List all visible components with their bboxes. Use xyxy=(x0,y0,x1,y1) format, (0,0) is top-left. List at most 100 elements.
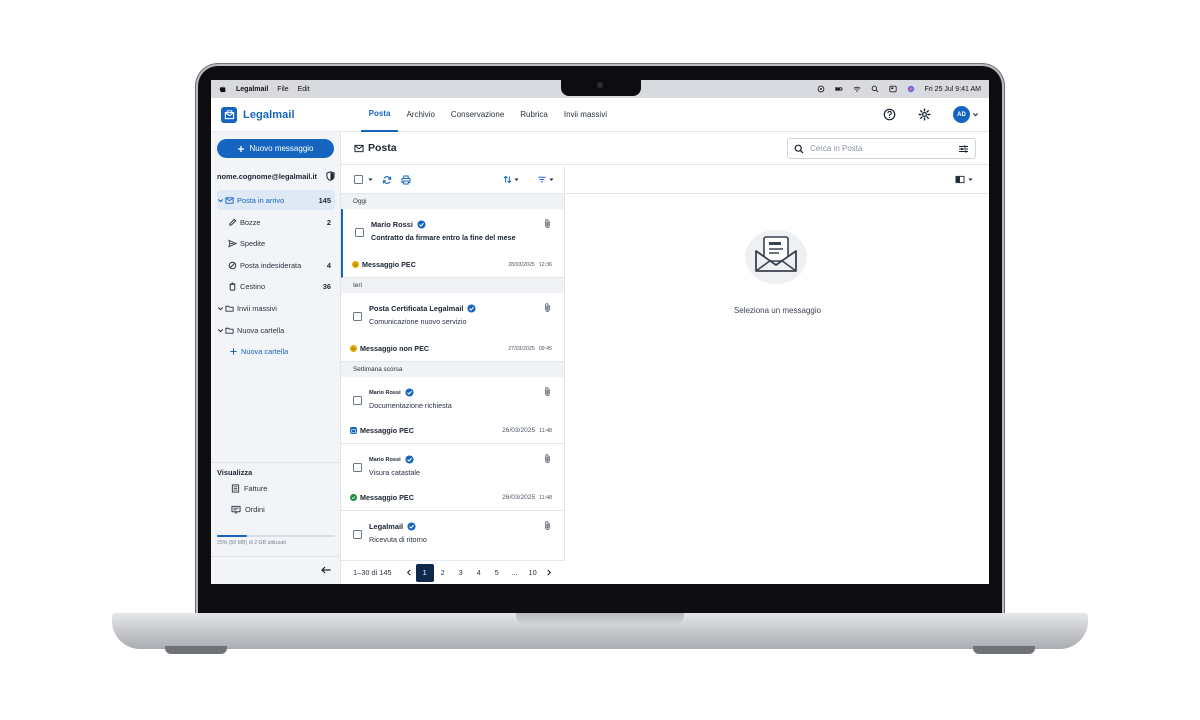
laptop-foot-right xyxy=(973,646,1035,654)
menubar-edit[interactable]: Edit xyxy=(298,86,310,93)
user-menu[interactable]: AD xyxy=(953,106,979,123)
battery-icon[interactable] xyxy=(834,85,843,93)
view-fatture[interactable]: Fatture xyxy=(231,484,267,493)
chevron-down-icon[interactable] xyxy=(217,197,224,204)
storage-usage-bar xyxy=(217,535,335,537)
filter-menu[interactable] xyxy=(537,175,554,184)
folder-label: Invii massivi xyxy=(237,303,277,313)
menubar-file[interactable]: File xyxy=(277,86,288,93)
status-circle-icon[interactable] xyxy=(817,85,825,93)
page-button-5[interactable]: 5 xyxy=(488,564,506,582)
pec-status-icon xyxy=(352,261,359,268)
menubar-app-name[interactable]: Legalmail xyxy=(236,86,268,93)
page-button-10[interactable]: 10 xyxy=(524,564,542,582)
message-checkbox[interactable] xyxy=(353,312,362,321)
apple-icon[interactable] xyxy=(219,85,227,93)
message-date-day: 26/03/2025 xyxy=(502,494,536,501)
chevron-down-icon[interactable] xyxy=(217,327,224,334)
message-subject: Ricevuta di ritorno xyxy=(369,535,427,544)
refresh-icon[interactable] xyxy=(382,175,392,185)
page-ellipsis: ... xyxy=(511,568,518,577)
search-box[interactable] xyxy=(787,138,976,159)
print-icon[interactable] xyxy=(401,175,411,185)
account-row[interactable]: nome.cognome@legalmail.it xyxy=(217,171,335,181)
folder-spedite[interactable]: Spedite xyxy=(217,233,335,253)
layout-toggle[interactable] xyxy=(955,175,973,184)
page-button-4[interactable]: 4 xyxy=(470,564,488,582)
message-checkbox[interactable] xyxy=(355,228,364,237)
camera-icon xyxy=(597,82,603,88)
message-item[interactable]: Mario Rossi Documentazione richiesta Mes… xyxy=(341,377,564,444)
caret-down-icon xyxy=(514,178,519,181)
storage-usage-text: 25% (50 MB) di 2 GB utilizzati xyxy=(217,540,286,546)
message-checkbox[interactable] xyxy=(353,396,362,405)
sort-menu[interactable] xyxy=(503,175,519,184)
message-date-day: 27/03/2025 xyxy=(508,346,535,352)
section-label-ieri: Ieri xyxy=(341,278,564,293)
storage-usage-fill xyxy=(217,535,247,537)
new-message-button[interactable]: Nuovo messaggio xyxy=(217,139,334,158)
message-item[interactable]: Mario Rossi Visura catastale Messaggio P… xyxy=(341,444,564,511)
shield-icon[interactable] xyxy=(326,171,335,181)
message-checkbox[interactable] xyxy=(353,463,362,472)
brand-name[interactable]: Legalmail xyxy=(243,109,295,121)
attachment-icon xyxy=(545,303,550,312)
help-icon[interactable] xyxy=(883,108,896,121)
tab-archivio[interactable]: Archivio xyxy=(398,98,442,132)
tab-invii-massivi[interactable]: Invii massivi xyxy=(556,98,615,132)
message-date: 28/03/2025 12:36 xyxy=(508,262,552,268)
verified-badge-icon xyxy=(405,388,414,397)
delivered-check-icon xyxy=(350,494,357,501)
prev-page-button[interactable] xyxy=(402,569,416,576)
next-page-button[interactable] xyxy=(542,569,556,576)
avatar[interactable]: AD xyxy=(953,106,970,123)
sidebar-footer-divider xyxy=(211,556,341,557)
tab-rubrica[interactable]: Rubrica xyxy=(512,98,556,132)
legalmail-logo-icon[interactable] xyxy=(221,106,237,123)
folder-bozze[interactable]: Bozze 2 xyxy=(217,212,335,232)
folder-label: Nuova cartella xyxy=(237,325,285,335)
tab-posta[interactable]: Posta xyxy=(360,98,399,132)
caret-down-icon[interactable] xyxy=(368,177,373,182)
search-spotlight-icon[interactable] xyxy=(871,85,879,93)
folder-count: 4 xyxy=(326,260,331,270)
verified-badge-icon xyxy=(467,304,477,313)
orders-icon xyxy=(231,505,241,514)
message-item[interactable]: Posta Certificata Legalmail Comunicazion… xyxy=(341,293,564,362)
folder-cestino[interactable]: Cestino 36 xyxy=(217,276,335,296)
folder-posta-indesiderata[interactable]: Posta indesiderata 4 xyxy=(217,255,335,275)
page-button-3[interactable]: 3 xyxy=(452,564,470,582)
message-item[interactable]: Legalmail Ricevuta di ritorno xyxy=(341,511,564,561)
menubar-clock[interactable]: Fri 25 Jul 9:41 AM xyxy=(925,86,981,93)
message-date-time: 12:36 xyxy=(538,262,552,268)
folder-nuova-cartella[interactable]: Nuova cartella xyxy=(217,320,335,340)
message-date-time: 09:45 xyxy=(538,346,552,352)
page-button-1[interactable]: 1 xyxy=(415,563,434,582)
collapse-sidebar-arrow-icon[interactable] xyxy=(320,564,332,576)
invoice-icon xyxy=(231,484,240,493)
siri-icon[interactable] xyxy=(907,85,915,93)
chevron-down-icon[interactable] xyxy=(217,305,224,312)
message-subject: Comunicazione nuovo servizio xyxy=(369,317,467,326)
view-ordini[interactable]: Ordini xyxy=(231,505,265,514)
filter-settings-icon[interactable] xyxy=(958,144,969,154)
wifi-icon[interactable] xyxy=(853,85,861,93)
message-date: 26/03/2025 11:48 xyxy=(502,494,552,501)
message-date: 27/03/2025 09:45 xyxy=(508,346,552,352)
tab-conservazione[interactable]: Conservazione xyxy=(443,98,512,132)
folder-label: Posta indesiderata xyxy=(240,260,302,270)
folder-posta-in-arrivo[interactable]: Posta in arrivo 145 xyxy=(217,190,335,210)
add-folder-button[interactable]: Nuova cartella xyxy=(217,341,335,361)
message-sender-name: Mario Rossi xyxy=(371,220,413,229)
section-label-oggi: Oggi xyxy=(341,194,564,209)
folder-count: 2 xyxy=(326,217,331,227)
folder-invii-massivi[interactable]: Invii massivi xyxy=(217,298,335,318)
settings-gear-icon[interactable] xyxy=(918,108,931,121)
select-all-checkbox[interactable] xyxy=(354,175,363,184)
control-center-icon[interactable] xyxy=(888,85,897,93)
message-checkbox[interactable] xyxy=(353,530,362,539)
message-item[interactable]: Mario Rossi Contratto da firmare entro l… xyxy=(341,209,564,278)
page-button-2[interactable]: 2 xyxy=(434,564,452,582)
search-input[interactable] xyxy=(810,144,940,153)
empty-mailbox-illustration xyxy=(745,230,807,284)
